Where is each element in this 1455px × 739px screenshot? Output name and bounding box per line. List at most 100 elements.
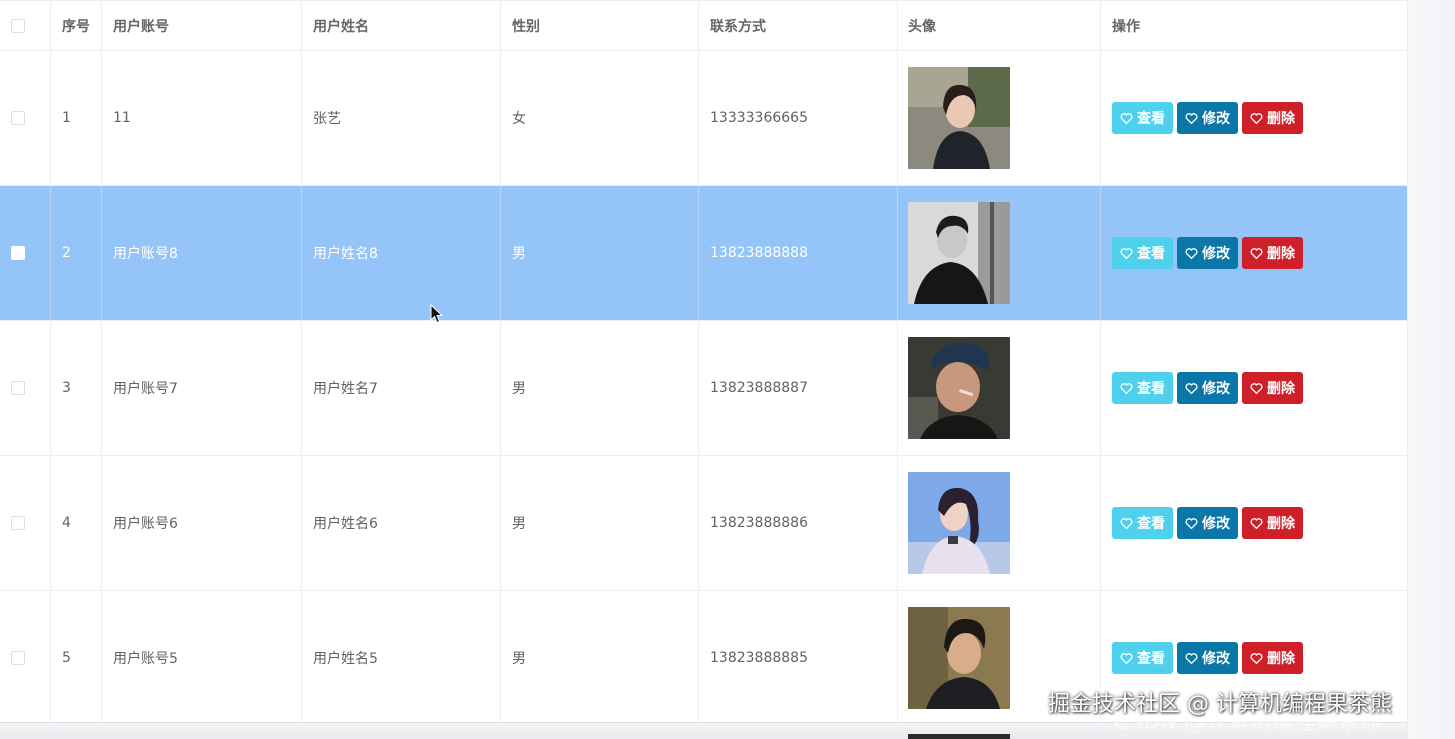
heart-icon [1250,652,1263,664]
row-checkbox[interactable] [11,111,25,125]
view-label: 查看 [1137,651,1165,667]
row-phone: 13823888885 [699,591,898,725]
header-avatar[interactable]: 头像 [898,1,1101,50]
delete-button[interactable]: 删除 [1242,102,1303,134]
edit-label: 修改 [1202,246,1230,262]
row-gender: 男 [501,321,699,455]
heart-icon [1185,247,1198,259]
header-gender[interactable]: 性别 [501,1,699,50]
delete-button[interactable]: 删除 [1242,372,1303,404]
header-select-all[interactable] [0,1,51,50]
row-actions: 查看 修改 删除 [1101,51,1407,185]
view-label: 查看 [1137,516,1165,532]
table-row-selected[interactable]: 2 用户账号8 用户姓名8 男 13823888888 查看 修改 删除 [0,186,1407,321]
row-avatar-cell [898,456,1101,590]
row-index: 5 [51,591,102,725]
view-label: 查看 [1137,381,1165,397]
header-actions[interactable]: 操作 [1101,1,1407,50]
table-row[interactable]: 1 11 张艺 女 13333366665 查看 修改 删除 [0,51,1407,186]
row-phone: 13823888886 [699,456,898,590]
avatar[interactable] [908,472,1010,574]
view-button[interactable]: 查看 [1112,642,1173,674]
row-gender: 女 [501,51,699,185]
avatar[interactable] [908,202,1010,304]
row-gender: 男 [501,186,699,320]
row-index: 1 [51,51,102,185]
row-checkbox[interactable] [11,651,25,665]
select-all-checkbox[interactable] [11,18,25,33]
heart-icon [1120,112,1133,124]
avatar[interactable] [908,67,1010,169]
avatar[interactable] [908,607,1010,709]
header-index[interactable]: 序号 [51,1,102,50]
row-select-cell[interactable] [0,456,51,590]
edit-button[interactable]: 修改 [1177,507,1238,539]
row-index: 3 [51,321,102,455]
view-label: 查看 [1137,246,1165,262]
view-button[interactable]: 查看 [1112,237,1173,269]
row-account: 用户账号8 [102,186,302,320]
row-gender: 男 [501,591,699,725]
view-button[interactable]: 查看 [1112,102,1173,134]
table-header-row: 序号 用户账号 用户姓名 性别 联系方式 头像 操作 [0,0,1407,51]
heart-icon [1120,247,1133,259]
delete-button[interactable]: 删除 [1242,507,1303,539]
view-button[interactable]: 查看 [1112,507,1173,539]
heart-icon [1185,112,1198,124]
row-avatar-cell [898,321,1101,455]
edit-label: 修改 [1202,111,1230,127]
edit-button[interactable]: 修改 [1177,372,1238,404]
heart-icon [1250,112,1263,124]
row-name: 用户姓名6 [302,456,501,590]
header-name[interactable]: 用户姓名 [302,1,501,50]
row-select-cell[interactable] [0,51,51,185]
row-avatar-cell [898,51,1101,185]
row-checkbox[interactable] [11,246,25,260]
row-checkbox[interactable] [11,516,25,530]
row-name: 张艺 [302,51,501,185]
row-account: 用户账号6 [102,456,302,590]
user-table: 序号 用户账号 用户姓名 性别 联系方式 头像 操作 1 11 张艺 女 133… [0,0,1407,726]
header-phone[interactable]: 联系方式 [699,1,898,50]
row-phone: 13333366665 [699,51,898,185]
row-actions: 查看 修改 删除 [1101,186,1407,320]
table-row[interactable]: 3 用户账号7 用户姓名7 男 13823888887 查看 修改 删除 [0,321,1407,456]
row-gender: 男 [501,456,699,590]
row-index: 2 [51,186,102,320]
view-label: 查看 [1137,111,1165,127]
heart-icon [1120,382,1133,394]
heart-icon [1185,517,1198,529]
delete-button[interactable]: 删除 [1242,642,1303,674]
scrollbar-gutter[interactable] [1407,0,1455,739]
delete-label: 删除 [1267,516,1295,532]
avatar[interactable] [908,337,1010,439]
delete-button[interactable]: 删除 [1242,237,1303,269]
delete-label: 删除 [1267,381,1295,397]
delete-label: 删除 [1267,111,1295,127]
delete-label: 删除 [1267,651,1295,667]
heart-icon [1185,382,1198,394]
view-button[interactable]: 查看 [1112,372,1173,404]
edit-label: 修改 [1202,381,1230,397]
watermark: 掘金技术社区 @ 计算机编程果茶熊 [1048,692,1392,717]
row-select-cell[interactable] [0,591,51,725]
row-select-cell[interactable] [0,186,51,320]
edit-label: 修改 [1202,516,1230,532]
next-row-avatar-peek [908,734,1010,739]
row-name: 用户姓名5 [302,591,501,725]
header-account[interactable]: 用户账号 [102,1,302,50]
row-select-cell[interactable] [0,321,51,455]
edit-button[interactable]: 修改 [1177,237,1238,269]
edit-label: 修改 [1202,651,1230,667]
table-row[interactable]: 4 用户账号6 用户姓名6 男 13823888886 查看 修改 删除 [0,456,1407,591]
page: 序号 用户账号 用户姓名 性别 联系方式 头像 操作 1 11 张艺 女 133… [0,0,1455,739]
heart-icon [1250,382,1263,394]
row-account: 用户账号5 [102,591,302,725]
row-name: 用户姓名7 [302,321,501,455]
delete-label: 删除 [1267,246,1295,262]
row-avatar-cell [898,186,1101,320]
row-phone: 13823888887 [699,321,898,455]
edit-button[interactable]: 修改 [1177,102,1238,134]
row-checkbox[interactable] [11,381,25,395]
edit-button[interactable]: 修改 [1177,642,1238,674]
